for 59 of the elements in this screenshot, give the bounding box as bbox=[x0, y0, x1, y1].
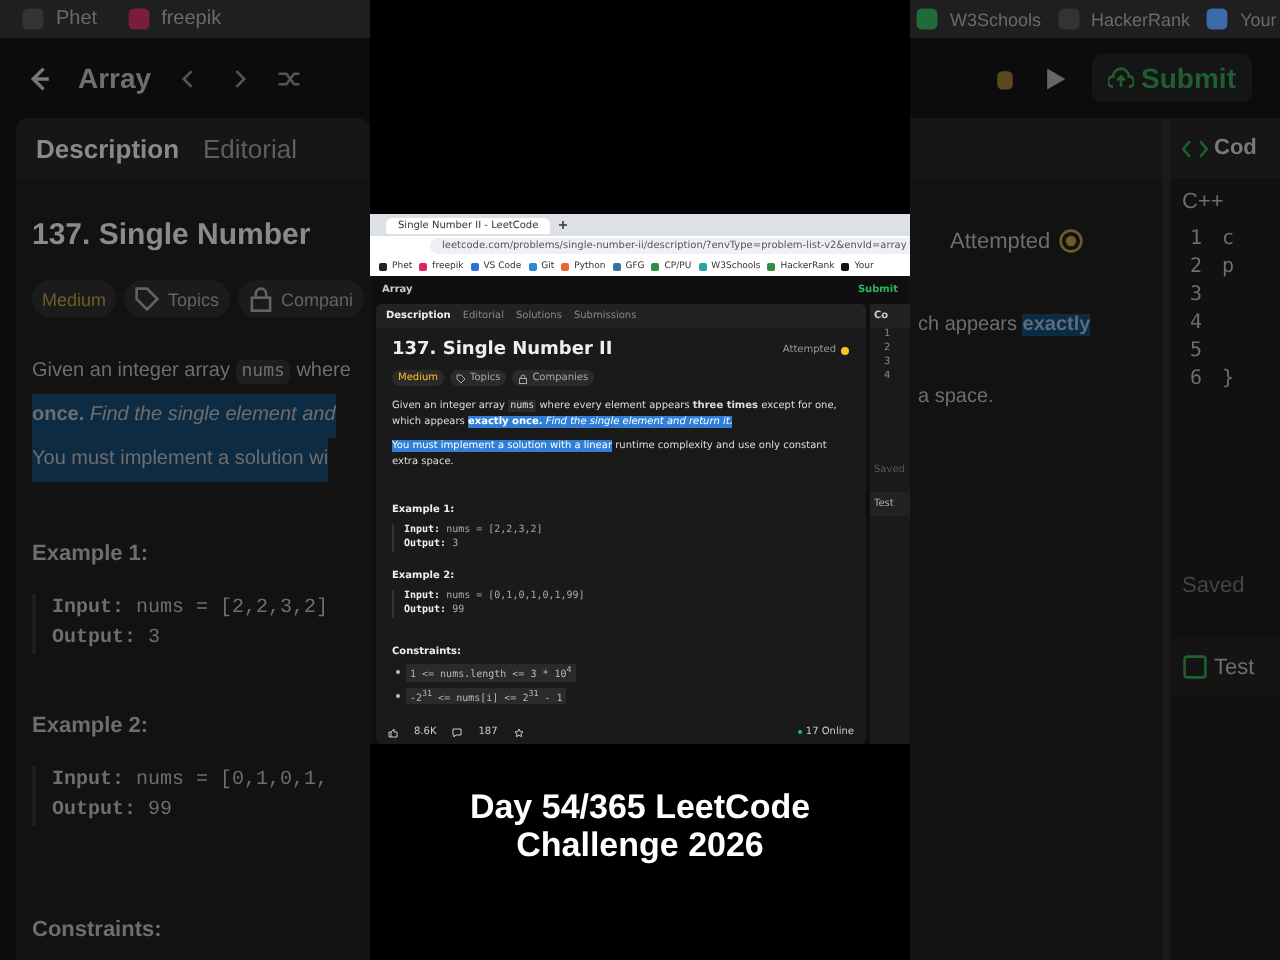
description-text: You must implement a solution wi bbox=[32, 438, 329, 482]
code-tab[interactable]: Cod bbox=[1214, 136, 1257, 160]
bookmark-icon bbox=[527, 261, 538, 271]
bookmark-icon bbox=[418, 261, 429, 271]
description-text: ch appears exactly bbox=[918, 314, 1093, 336]
example-output-text: Output: 99 bbox=[52, 798, 173, 826]
online-dot bbox=[797, 730, 802, 734]
tag-icon bbox=[456, 373, 466, 383]
description-text: once. Find the single element and bbox=[32, 394, 336, 438]
example-heading: Example 2: bbox=[32, 714, 151, 738]
bookmark-icon bbox=[378, 261, 388, 271]
example-input-text: Input: nums = [2,2,3,2] bbox=[52, 595, 329, 624]
star-icon[interactable] bbox=[513, 727, 524, 737]
code-text: c bbox=[1222, 226, 1235, 254]
bookmark-icon bbox=[697, 261, 708, 271]
run-icon[interactable] bbox=[1041, 65, 1068, 91]
line-number: 3 bbox=[1190, 282, 1203, 310]
code-text: p bbox=[1222, 254, 1235, 282]
attempted-icon bbox=[1058, 228, 1085, 254]
example-output-text: Output: 3 bbox=[52, 626, 161, 654]
line-number: 1 bbox=[1190, 226, 1203, 254]
bookmark-icon bbox=[650, 261, 661, 271]
line-number: 5 bbox=[1190, 338, 1203, 366]
checkbox-icon bbox=[1182, 654, 1208, 680]
caption-text: Day 54/365 LeetCode bbox=[469, 788, 811, 826]
tag-icon bbox=[134, 286, 161, 312]
bookmark-icon bbox=[1204, 6, 1231, 32]
like-icon[interactable] bbox=[388, 727, 398, 737]
status-text: Attempted bbox=[950, 229, 1051, 253]
bookmark-icon bbox=[125, 6, 152, 32]
description-text: a space. bbox=[918, 386, 996, 408]
bookmark-icon bbox=[469, 261, 480, 271]
description-text: Given an integer array nums where bbox=[32, 358, 351, 388]
problem-title: 137. Single Number II bbox=[392, 340, 613, 360]
caption-text: Challenge 2026 bbox=[516, 826, 764, 864]
upload-icon bbox=[1107, 65, 1134, 91]
new-tab-icon[interactable] bbox=[558, 220, 569, 230]
attempted-icon bbox=[840, 345, 850, 355]
lock-icon bbox=[247, 286, 274, 312]
constraints-heading: Constraints: bbox=[30, 918, 164, 942]
bookmark-icon bbox=[611, 261, 622, 271]
test-tab[interactable]: Test bbox=[1214, 655, 1255, 679]
language-selector[interactable]: C++ bbox=[1170, 178, 1280, 226]
bookmark-icon bbox=[560, 261, 571, 271]
example-heading: Example 1: bbox=[32, 542, 151, 566]
problem-title: 137. Single Number bbox=[30, 216, 313, 256]
code-icon bbox=[1182, 135, 1208, 161]
line-number: 6 bbox=[1190, 366, 1203, 394]
comment-icon[interactable] bbox=[452, 727, 463, 737]
code-text: } bbox=[1222, 366, 1235, 394]
problem-list-link[interactable]: Array bbox=[78, 62, 152, 94]
bookmark-icon bbox=[914, 6, 940, 32]
line-number: 2 bbox=[1190, 254, 1203, 282]
example-input-text: Input: nums = [0,1,0,1, bbox=[52, 767, 329, 796]
lock-icon bbox=[518, 373, 529, 383]
panel-tab[interactable]: Description bbox=[36, 133, 180, 163]
line-number: 4 bbox=[1190, 310, 1203, 338]
bookmark-icon bbox=[766, 261, 777, 271]
bookmark-icon bbox=[840, 261, 851, 271]
